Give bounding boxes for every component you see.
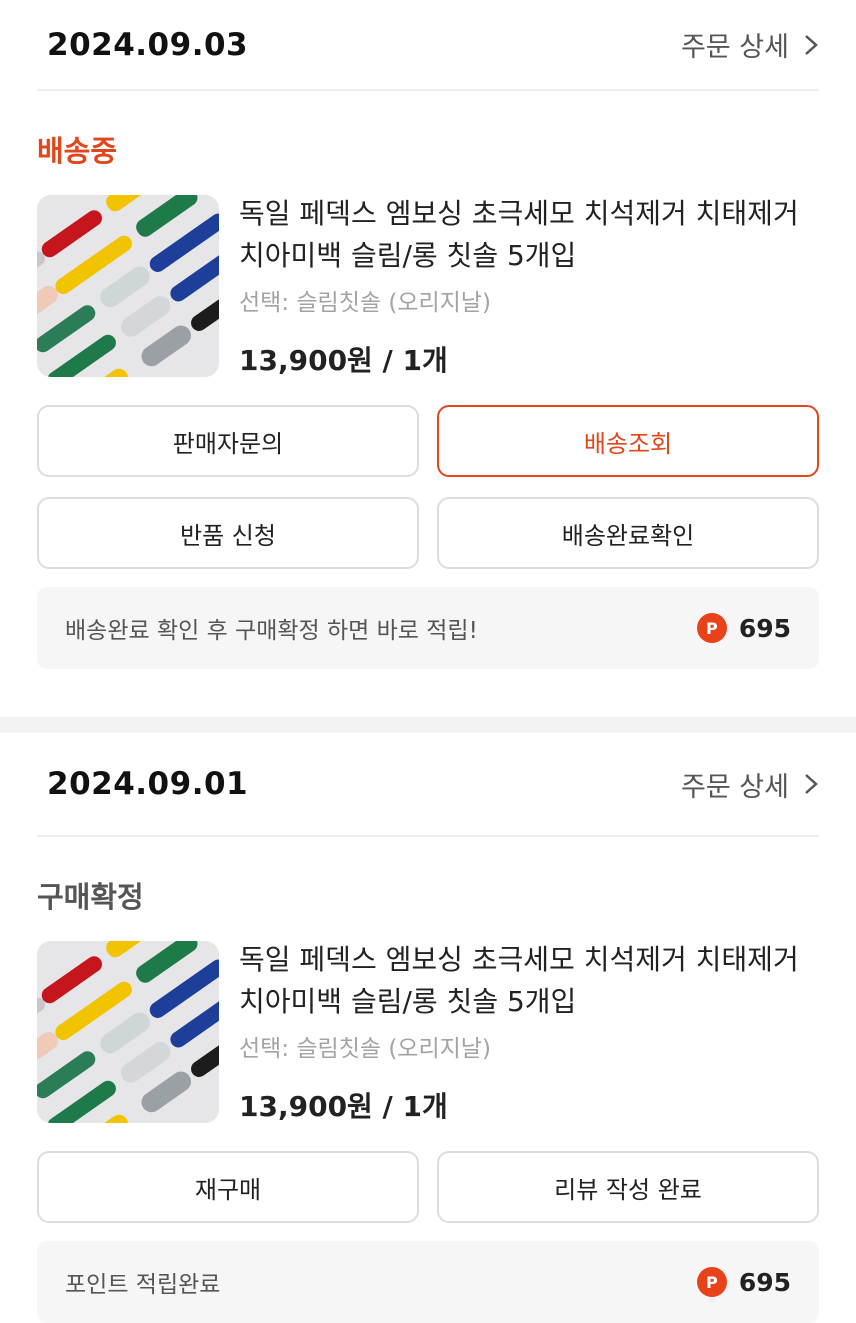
button-row: 재구매 리뷰 작성 완료 — [37, 1151, 819, 1223]
order-detail-label: 주문 상세 — [681, 32, 789, 63]
points-notice: 배송완료 확인 후 구매확정 하면 바로 적립! P 695 — [37, 587, 819, 669]
product-price: 13,900원 / 1개 — [239, 1090, 448, 1123]
product-thumbnail[interactable] — [37, 195, 219, 377]
product-info: 독일 페덱스 엠보싱 초극세모 치석제거 치태제거 치아미백 슬림/롱 칫솔 5… — [239, 195, 819, 379]
product-option: 선택: 슬림칫솔 (오리지날) — [239, 290, 491, 316]
toothbrush-image — [37, 941, 219, 1123]
confirm-delivery-button[interactable]: 배송완료확인 — [437, 497, 819, 569]
point-icon: P — [696, 1267, 727, 1297]
toothbrush-image — [37, 195, 219, 377]
product-row[interactable]: 독일 페덱스 엠보싱 초극세모 치석제거 치태제거 치아미백 슬림/롱 칫솔 5… — [37, 195, 819, 379]
product-thumbnail[interactable] — [37, 941, 219, 1123]
order-status: 배송중 — [37, 134, 118, 168]
review-complete-button[interactable]: 리뷰 작성 완료 — [437, 1151, 819, 1223]
product-row[interactable]: 독일 페덱스 엠보싱 초극세모 치석제거 치태제거 치아미백 슬림/롱 칫솔 5… — [37, 941, 819, 1125]
button-row: 반품 신청 배송완료확인 — [37, 497, 819, 569]
product-name[interactable]: 독일 페덱스 엠보싱 초극세모 치석제거 치태제거 치아미백 슬림/롱 칫솔 5… — [239, 939, 819, 1023]
points-value: 695 — [738, 1267, 791, 1297]
rebuy-button[interactable]: 재구매 — [37, 1151, 419, 1223]
points-amount: P 695 — [696, 613, 791, 643]
order-date: 2024.09.03 — [47, 26, 249, 63]
order-status: 구매확정 — [37, 880, 144, 914]
product-name[interactable]: 독일 페덱스 엠보싱 초극세모 치석제거 치태제거 치아미백 슬림/롱 칫솔 5… — [239, 193, 819, 277]
product-info: 독일 페덱스 엠보싱 초극세모 치석제거 치태제거 치아미백 슬림/롱 칫솔 5… — [239, 941, 819, 1125]
section-divider — [0, 717, 856, 733]
points-value: 695 — [738, 613, 791, 643]
button-row: 판매자문의 배송조회 — [37, 405, 819, 477]
point-icon: P — [696, 613, 727, 643]
order-card: 2024.09.03 주문 상세 배송중 독일 페덱스 엠보싱 초극세모 치석제… — [0, 0, 856, 669]
product-option: 선택: 슬림칫솔 (오리지날) — [239, 1036, 491, 1062]
product-price: 13,900원 / 1개 — [239, 344, 448, 377]
chevron-right-icon — [805, 34, 818, 55]
return-request-button[interactable]: 반품 신청 — [37, 497, 419, 569]
order-header: 2024.09.03 주문 상세 — [37, 0, 819, 91]
points-notice: 포인트 적립완료 P 695 — [37, 1241, 819, 1323]
track-delivery-button[interactable]: 배송조회 — [437, 405, 819, 477]
order-detail-link[interactable]: 주문 상세 — [681, 765, 819, 804]
order-detail-link[interactable]: 주문 상세 — [681, 25, 819, 64]
chevron-right-icon — [805, 774, 818, 794]
order-detail-label: 주문 상세 — [681, 771, 789, 803]
points-notice-text: 포인트 적립완료 — [65, 1272, 221, 1298]
order-date: 2024.09.01 — [47, 766, 249, 802]
order-card: 2024.09.01 주문 상세 구매확정 독일 페덱스 엠보싱 초극세모 치석… — [0, 733, 856, 1323]
points-amount: P 695 — [696, 1267, 791, 1297]
order-header: 2024.09.01 주문 상세 — [37, 733, 819, 837]
seller-inquiry-button[interactable]: 판매자문의 — [37, 405, 419, 477]
points-notice-text: 배송완료 확인 후 구매확정 하면 바로 적립! — [65, 618, 478, 644]
